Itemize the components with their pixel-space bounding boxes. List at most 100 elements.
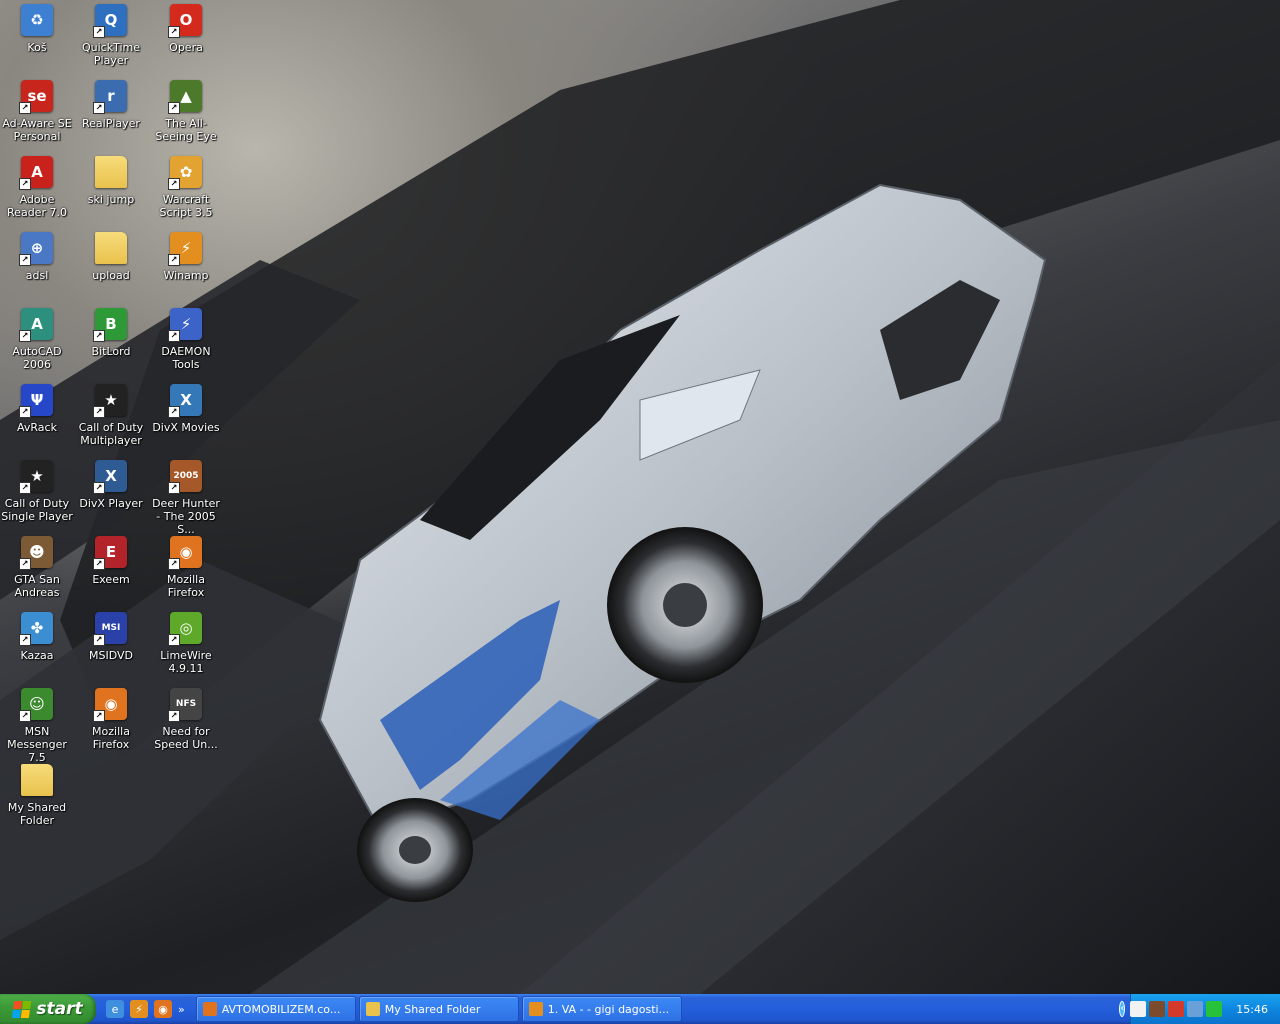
taskbar-button[interactable]: My Shared Folder — [358, 996, 519, 1022]
tray-expand-button[interactable]: ‹ — [1119, 1001, 1126, 1017]
shortcut-arrow-icon: ↗ — [93, 26, 105, 38]
desktop-icon-label: RealPlayer — [82, 117, 140, 130]
shortcut-arrow-icon: ↗ — [168, 710, 180, 722]
call-of-duty-icon: ★ ↗ — [19, 460, 53, 494]
desktop-wallpaper: ♻ Koš Q ↗ QuickTime Player O ↗ Opera se ↗ Ad-Aware… — [0, 0, 1280, 994]
desktop-icon-label: Kazaa — [20, 649, 54, 662]
desktop-icon-adsl[interactable]: ⊕ ↗ adsl — [0, 232, 74, 282]
bitlord-tray-icon[interactable] — [1149, 1001, 1166, 1017]
desktop-icon-label: Koš — [27, 41, 47, 54]
quick-launch-internet-explorer-icon[interactable]: e — [106, 1000, 124, 1018]
desktop-icon-label: QuickTime Player — [81, 41, 141, 67]
shortcut-arrow-icon: ↗ — [19, 178, 31, 190]
desktop-icon-winamp[interactable]: ⚡ ↗ Winamp — [149, 232, 223, 282]
shortcut-arrow-icon: ↗ — [93, 102, 105, 114]
battery-tray-icon[interactable] — [1206, 1001, 1223, 1017]
desktop-icon-label: Opera — [169, 41, 203, 54]
winamp-icon: ⚡ ↗ — [168, 232, 202, 266]
adobe-reader-icon: A ↗ — [19, 156, 53, 190]
avrack-tray-icon[interactable] — [1130, 1001, 1147, 1017]
desktop-icon-mozilla-firefox[interactable]: ◉ ↗ Mozilla Firefox — [74, 688, 148, 751]
desktop-icon-warcraft-script-3-5[interactable]: ✿ ↗ Warcraft Script 3.5 — [149, 156, 223, 219]
desktop-icon-divx-player[interactable]: X ↗ DivX Player — [74, 460, 148, 510]
shortcut-arrow-icon: ↗ — [19, 330, 31, 342]
desktop-icon-autocad-2006[interactable]: A ↗ AutoCAD 2006 — [0, 308, 74, 371]
desktop-icon-avrack[interactable]: Ψ ↗ AvRack — [0, 384, 74, 434]
quick-launch-winamp-icon[interactable]: ⚡ — [130, 1000, 148, 1018]
desktop-icon-label: BitLord — [91, 345, 131, 358]
clock[interactable]: 15:46 — [1236, 1003, 1268, 1016]
shortcut-arrow-icon: ↗ — [168, 102, 180, 114]
folder-icon — [365, 1002, 380, 1016]
desktop-icon-mozilla-firefox[interactable]: ◉ ↗ Mozilla Firefox — [149, 536, 223, 599]
desktop-icon-label: AutoCAD 2006 — [12, 345, 62, 371]
divx-icon: X ↗ — [168, 384, 202, 418]
desktop-icon-need-for-speed-un[interactable]: NFS ↗ Need for Speed Un... — [149, 688, 223, 751]
desktop-icon-ko[interactable]: ♻ Koš — [0, 4, 74, 54]
shared-folder-icon — [21, 764, 53, 796]
desktop-icon-ski-jump[interactable]: ski jump — [74, 156, 148, 206]
desktop-icon-label: ski jump — [87, 193, 135, 206]
shortcut-arrow-icon: ↗ — [168, 558, 180, 570]
autocad-icon: A ↗ — [19, 308, 53, 342]
system-tray: ‹ 15:46 — [1119, 994, 1280, 1024]
winamp-icon — [528, 1002, 543, 1016]
desktop-icon-call-of-duty-single-player[interactable]: ★ ↗ Call of Duty Single Player — [0, 460, 74, 523]
desktop-icon-daemon-tools[interactable]: ⚡ ↗ DAEMON Tools — [149, 308, 223, 371]
desktop-icon-msn-messenger-7-5[interactable]: ☺ ↗ MSN Messenger 7.5 — [0, 688, 74, 764]
quick-launch-firefox-icon[interactable]: ◉ — [154, 1000, 172, 1018]
shortcut-arrow-icon: ↗ — [19, 254, 31, 266]
desktop-icon-gta-san-andreas[interactable]: ☻ ↗ GTA San Andreas — [0, 536, 74, 599]
taskbar-button[interactable]: AVTOMOBILIZEM.co... — [195, 996, 356, 1022]
desktop-icon-bitlord[interactable]: B ↗ BitLord — [74, 308, 148, 358]
desktop-icon-label: Mozilla Firefox — [167, 573, 205, 599]
daemon-tools-icon: ⚡ ↗ — [168, 308, 202, 342]
shortcut-arrow-icon: ↗ — [168, 634, 180, 646]
desktop-icon-quicktime-player[interactable]: Q ↗ QuickTime Player — [74, 4, 148, 67]
recycle-bin-icon: ♻ — [21, 4, 53, 36]
desktop-icon-upload[interactable]: upload — [74, 232, 148, 282]
deer-hunter-icon: 2005 ↗ — [168, 460, 202, 494]
desktop-icon-label: DivX Movies — [152, 421, 220, 434]
desktop-icon-kazaa[interactable]: ✤ ↗ Kazaa — [0, 612, 74, 662]
opera-icon: O ↗ — [168, 4, 202, 38]
desktop-icon-msidvd[interactable]: MSI ↗ MSIDVD — [74, 612, 148, 662]
desktop-icon-opera[interactable]: O ↗ Opera — [149, 4, 223, 54]
taskbar: start e ⚡ ◉ » AVTOMOBILIZEM.co... My Shared … — [0, 994, 1280, 1024]
shortcut-arrow-icon: ↗ — [19, 558, 31, 570]
network-tray-icon[interactable] — [1187, 1001, 1204, 1017]
start-button[interactable]: start — [0, 994, 96, 1024]
network-connection-icon: ⊕ ↗ — [19, 232, 53, 266]
warcraft-script-icon: ✿ ↗ — [168, 156, 202, 190]
desktop-icon-limewire-4-9-11[interactable]: ◎ ↗ LimeWire 4.9.11 — [149, 612, 223, 675]
desktop-icon-label: MSIDVD — [89, 649, 133, 662]
shortcut-arrow-icon: ↗ — [168, 26, 180, 38]
desktop-icon-label: Deer Hunter - The 2005 S... — [152, 497, 220, 536]
desktop-icon-deer-hunter-the-2005-s[interactable]: 2005 ↗ Deer Hunter - The 2005 S... — [149, 460, 223, 536]
desktop-icon-realplayer[interactable]: r ↗ RealPlayer — [74, 80, 148, 130]
limewire-icon: ◎ ↗ — [168, 612, 202, 646]
desktop-icon-the-all-seeing-eye[interactable]: ▲ ↗ The All-Seeing Eye — [149, 80, 223, 143]
ad-aware-icon: se ↗ — [19, 80, 53, 114]
daemon-tray-icon[interactable] — [1168, 1001, 1185, 1017]
desktop-icon-label: My Shared Folder — [7, 801, 67, 827]
desktop-icon-call-of-duty-multiplayer[interactable]: ★ ↗ Call of Duty Multiplayer — [74, 384, 148, 447]
start-label: start — [36, 999, 83, 1019]
desktop-icon-label: Ad-Aware SE Personal — [2, 117, 72, 143]
desktop-icon-adobe-reader-7-0[interactable]: A ↗ Adobe Reader 7.0 — [0, 156, 74, 219]
desktop-icon-my-shared-folder[interactable]: My Shared Folder — [0, 764, 74, 827]
taskbar-button[interactable]: 1. VA - - gigi dagosti... — [521, 996, 682, 1022]
call-of-duty-icon: ★ ↗ — [93, 384, 127, 418]
desktop-icon-divx-movies[interactable]: X ↗ DivX Movies — [149, 384, 223, 434]
desktop-icon-ad-aware-se-personal[interactable]: se ↗ Ad-Aware SE Personal — [0, 80, 74, 143]
desktop-icon-exeem[interactable]: E ↗ Exeem — [74, 536, 148, 586]
desktop-icon-label: Exeem — [92, 573, 130, 586]
quick-launch-more-button[interactable]: » — [178, 1003, 185, 1016]
firefox-icon: ◉ ↗ — [168, 536, 202, 570]
shortcut-arrow-icon: ↗ — [19, 482, 31, 494]
windows-flag-icon — [12, 1000, 32, 1018]
desktop-icon-label: Warcraft Script 3.5 — [159, 193, 213, 219]
shortcut-arrow-icon: ↗ — [168, 406, 180, 418]
shortcut-arrow-icon: ↗ — [19, 406, 31, 418]
shortcut-arrow-icon: ↗ — [93, 710, 105, 722]
